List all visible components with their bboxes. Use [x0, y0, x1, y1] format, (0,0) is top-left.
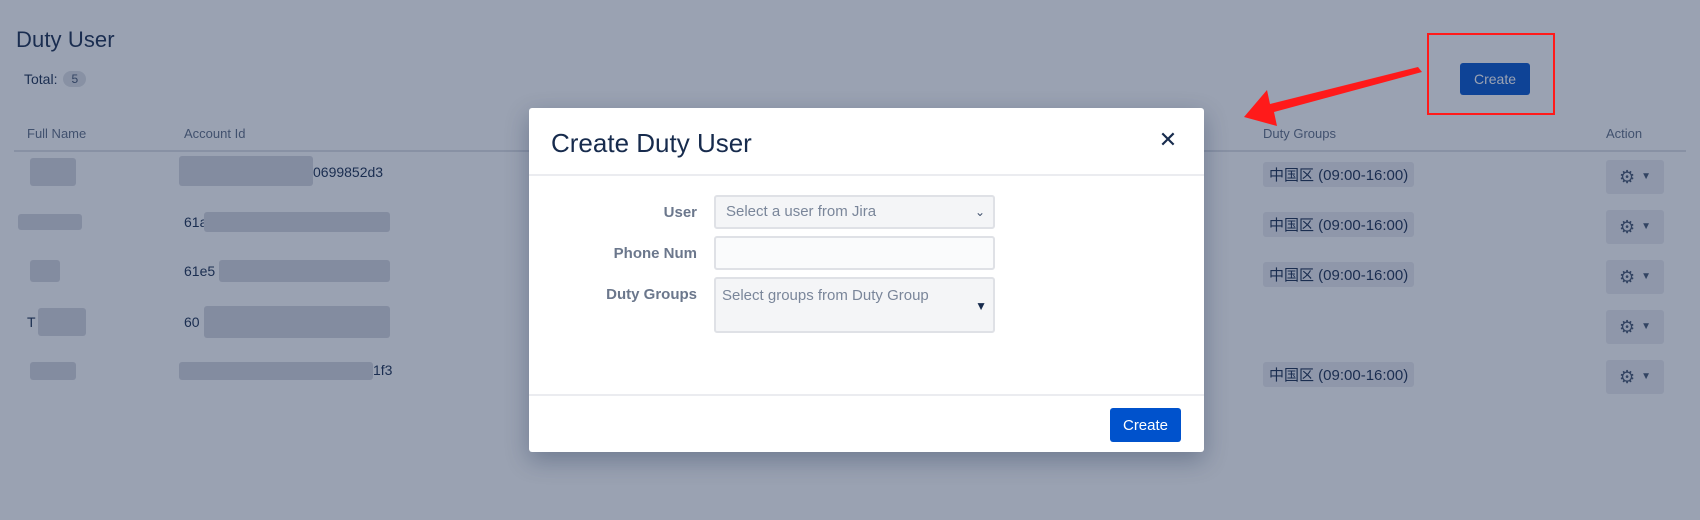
chevron-down-icon: ⌄: [974, 205, 985, 219]
user-select[interactable]: Select a user from Jira ⌄: [714, 195, 995, 229]
dialog-footer: Create: [529, 394, 1204, 452]
close-icon[interactable]: ✕: [1156, 128, 1180, 152]
annotation-highlight-box: [1427, 33, 1555, 115]
dialog-title: Create Duty User: [551, 128, 752, 158]
phone-num-input[interactable]: [714, 236, 995, 270]
user-select-placeholder: Select a user from Jira: [726, 203, 877, 220]
phone-field-label: Phone Num: [613, 245, 697, 262]
create-duty-user-dialog: Create Duty User ✕ User Select a user fr…: [529, 108, 1204, 452]
chevron-down-icon: ▼: [975, 299, 987, 313]
dialog-body: User Select a user from Jira ⌄ Phone Num…: [529, 178, 1204, 384]
duty-groups-select[interactable]: Select groups from Duty Group ▼: [714, 277, 995, 333]
user-field-label: User: [663, 204, 697, 221]
annotation-arrow: [1244, 67, 1422, 126]
duty-groups-placeholder: Select groups from Duty Group: [722, 287, 929, 304]
duty-groups-field-label: Duty Groups: [606, 286, 697, 303]
dialog-create-button[interactable]: Create: [1110, 408, 1181, 442]
dialog-header: Create Duty User ✕: [529, 108, 1204, 176]
